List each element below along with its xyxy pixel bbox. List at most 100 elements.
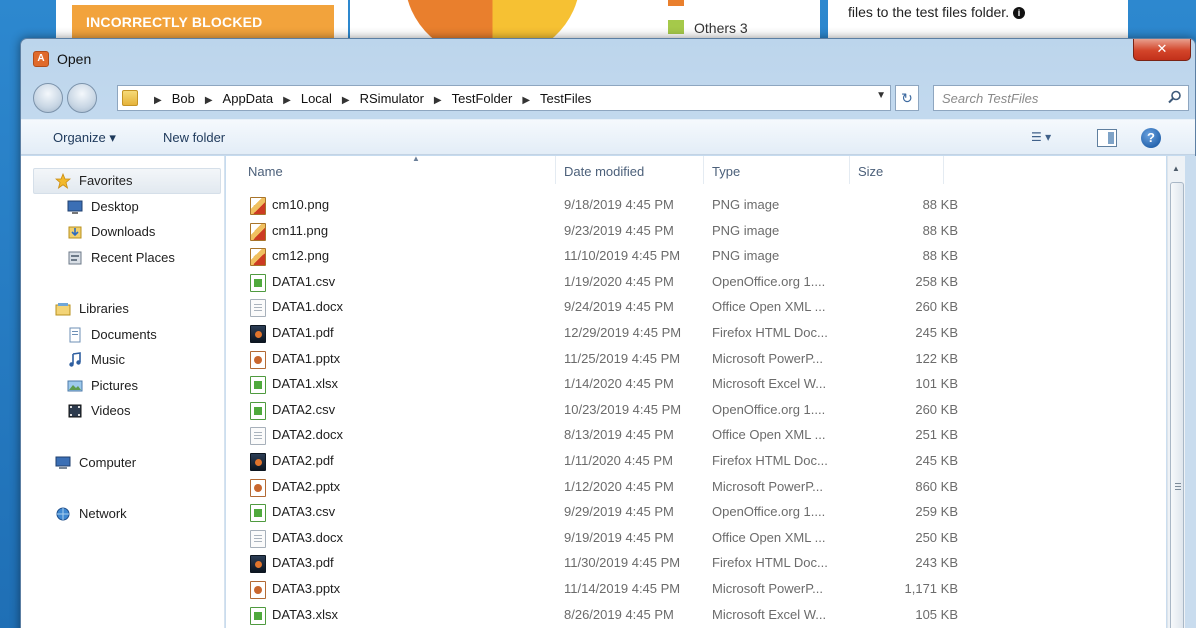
file-size: 245 KB — [915, 453, 958, 468]
videos-icon — [68, 404, 82, 418]
table-row[interactable]: DATA2.csv 10/23/2019 4:45 PM OpenOffice.or… — [226, 398, 958, 424]
search-box[interactable] — [933, 85, 1189, 111]
pictures-icon — [67, 380, 83, 392]
breadcrumb-item-testfiles[interactable]: TestFiles — [540, 91, 591, 106]
nav-label: Pictures — [91, 378, 138, 393]
table-row[interactable]: DATA1.docx 9/24/2019 4:45 PM Office Open X… — [226, 295, 958, 321]
close-button[interactable]: ✕ — [1133, 39, 1191, 61]
file-size: 259 KB — [915, 504, 958, 520]
forward-button[interactable] — [67, 83, 97, 113]
table-row[interactable]: DATA1.pptx 11/25/2019 4:45 PM Microsoft Po… — [226, 347, 958, 373]
address-bar[interactable]: ▶ Bob ▶ AppData ▶ Local ▶ RSimulator ▶ TestFolder… — [117, 85, 891, 111]
table-row[interactable]: DATA2.docx 8/13/2019 4:45 PM Office Open X… — [226, 423, 958, 449]
table-row[interactable]: DATA2.pdf 1/11/2020 4:45 PM Firefox HTML D… — [226, 449, 958, 475]
png-file-icon — [250, 222, 266, 241]
file-name: DATA3.pdf — [272, 555, 334, 571]
file-name: cm11.png — [272, 222, 329, 238]
breadcrumb-separator[interactable]: ▶ — [342, 95, 350, 106]
sort-arrow-icon: ▲ — [412, 154, 420, 163]
search-icon[interactable] — [1168, 90, 1182, 104]
music-icon — [69, 352, 81, 367]
xlsx-file-icon — [250, 376, 266, 395]
legend-swatch-orange — [668, 0, 684, 6]
title-bar[interactable]: A Open ✕ — [21, 39, 1195, 79]
breadcrumb-item-appdata[interactable]: AppData — [223, 91, 274, 106]
column-header-date-modified[interactable]: Date modified — [556, 156, 704, 184]
file-type: PNG image — [712, 197, 780, 212]
xlsx-file-icon — [250, 606, 266, 625]
table-row[interactable]: DATA1.xlsx 1/14/2020 4:45 PM Microsoft Exc… — [226, 372, 958, 398]
computer-icon — [55, 456, 71, 469]
new-folder-button[interactable]: New folder — [163, 130, 225, 145]
nav-label: Network — [79, 506, 127, 521]
file-size: 1,171 KB — [904, 581, 959, 596]
table-row[interactable]: DATA3.pdf 11/30/2019 4:45 PM Firefox HTML … — [226, 551, 958, 577]
documents-icon — [69, 327, 81, 343]
table-row[interactable]: cm11.png 9/23/2019 4:45 PM PNG image 88 KB — [226, 219, 958, 245]
open-dialog: A Open ✕ ▶ Bob ▶ AppData ▶ Local ▶ RSimulator ▶ T… — [20, 38, 1196, 628]
breadcrumb-item-testfolder[interactable]: TestFolder — [452, 91, 513, 106]
organize-button[interactable]: Organize ▾ — [53, 130, 116, 146]
folder-icon — [122, 90, 138, 106]
file-date-modified: 8/26/2019 4:45 PM — [564, 606, 674, 622]
file-size: 860 KB — [915, 478, 958, 494]
breadcrumb-separator[interactable]: ▶ — [434, 95, 442, 106]
breadcrumb-item-rsimulator[interactable]: RSimulator — [360, 91, 424, 106]
refresh-button[interactable]: ↻ — [895, 85, 919, 111]
file-date-modified: 11/30/2019 4:45 PM — [564, 555, 681, 571]
breadcrumb-item-local[interactable]: Local — [301, 91, 332, 106]
pdf-file-icon — [250, 453, 266, 471]
vertical-scrollbar[interactable]: ▲ — [1167, 156, 1185, 628]
file-name: cm12.png — [272, 248, 330, 264]
table-row[interactable]: DATA1.csv 1/19/2020 4:45 PM OpenOffice.org… — [226, 270, 958, 296]
scrollbar-thumb[interactable] — [1170, 182, 1184, 628]
file-size: 258 KB — [915, 273, 958, 289]
file-size: 88 KB — [922, 248, 958, 264]
column-header-name[interactable]: Name ▲ — [240, 154, 556, 184]
csv-file-icon — [250, 504, 266, 523]
help-icon[interactable]: ? — [1141, 128, 1161, 148]
table-row[interactable]: DATA3.csv 9/29/2019 4:45 PM OpenOffice.org… — [226, 500, 958, 526]
preview-pane-icon[interactable] — [1097, 129, 1117, 147]
table-row[interactable]: DATA1.pdf 12/29/2019 4:45 PM Firefox HTML … — [226, 321, 958, 347]
column-header-type[interactable]: Type — [704, 156, 850, 184]
breadcrumb-separator[interactable]: ▶ — [205, 95, 213, 106]
back-button[interactable] — [33, 83, 63, 113]
table-row[interactable]: cm10.png 9/18/2019 4:45 PM PNG image 88 KB — [226, 193, 958, 219]
file-size: 101 KB — [915, 376, 958, 392]
nav-label: Music — [91, 352, 125, 367]
table-row[interactable]: cm12.png 11/10/2019 4:45 PM PNG image 88 KB — [226, 244, 958, 270]
file-size: 88 KB — [922, 197, 958, 212]
search-input[interactable] — [934, 86, 1154, 110]
address-dropdown-icon[interactable]: ▼ — [876, 90, 886, 101]
pdf-file-icon — [250, 555, 266, 574]
nav-label: Libraries — [79, 301, 129, 316]
breadcrumb-item-bob[interactable]: Bob — [172, 91, 195, 106]
file-name: DATA2.pptx — [272, 478, 341, 494]
table-row[interactable]: DATA3.docx 9/19/2019 4:45 PM Office Open X… — [226, 526, 958, 552]
breadcrumb-separator[interactable]: ▶ — [522, 95, 530, 106]
downloads-icon — [68, 226, 82, 239]
pptx-file-icon — [250, 478, 266, 497]
table-row[interactable]: DATA2.pptx 1/12/2020 4:45 PM Microsoft Pow… — [226, 475, 958, 501]
file-date-modified: 8/13/2019 4:45 PM — [564, 427, 674, 443]
breadcrumb-separator[interactable]: ▶ — [283, 95, 291, 106]
file-name: DATA1.pdf — [272, 325, 334, 340]
file-type: Microsoft PowerP... — [712, 478, 824, 494]
table-row[interactable]: DATA3.pptx 11/14/2019 4:45 PM Microsoft Po… — [226, 577, 958, 603]
breadcrumb-separator[interactable]: ▶ — [154, 95, 162, 106]
nav-label: Recent Places — [91, 250, 175, 265]
legend-others-label: Others 3 — [694, 20, 748, 36]
column-header-size[interactable]: Size — [850, 156, 944, 184]
change-view-icon[interactable]: ☰ ▾ — [1031, 130, 1071, 148]
table-row[interactable]: DATA3.xlsx 8/26/2019 4:45 PM Microsoft Exc… — [226, 603, 958, 628]
desktop-icon — [67, 200, 83, 214]
file-date-modified: 9/23/2019 4:45 PM — [564, 222, 674, 238]
file-date-modified: 1/14/2020 4:45 PM — [564, 376, 674, 392]
incorrectly-blocked-banner: INCORRECTLY BLOCKED — [72, 5, 334, 39]
scroll-up-icon[interactable]: ▲ — [1172, 164, 1180, 173]
libraries-icon — [55, 303, 71, 316]
file-type: Firefox HTML Doc... — [712, 453, 828, 468]
file-type: Office Open XML ... — [712, 299, 826, 315]
file-name: DATA2.csv — [272, 401, 336, 417]
